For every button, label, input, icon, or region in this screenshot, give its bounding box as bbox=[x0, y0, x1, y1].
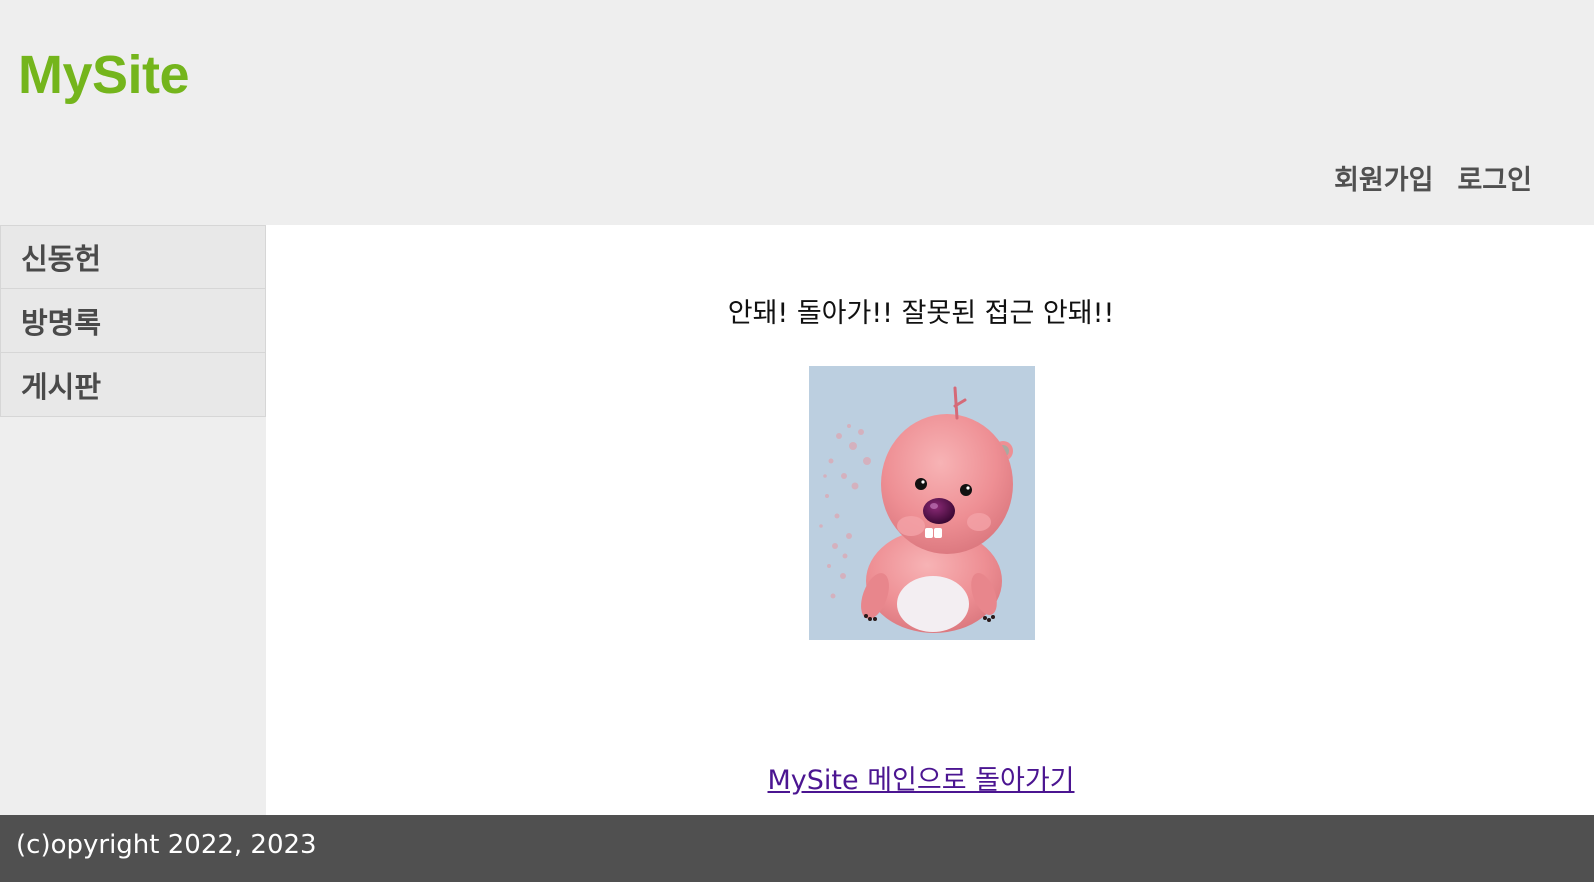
auth-nav: 회원가입 로그인 bbox=[1334, 158, 1532, 197]
footer: (c)opyright 2022, 2023 bbox=[0, 815, 1594, 882]
back-to-main-link[interactable]: MySite 메인으로 돌아가기 bbox=[768, 765, 1075, 796]
main-content: 안돼! 돌아가!! 잘못된 접근 안돼!! MySite 메인으로 돌아가기 bbox=[266, 225, 1594, 815]
error-character-image bbox=[809, 366, 1035, 640]
beaver-illustration bbox=[819, 386, 1013, 633]
sidebar-item-board[interactable]: 게시판 bbox=[0, 353, 266, 417]
home-link-wrapper: MySite 메인으로 돌아가기 bbox=[266, 758, 1576, 797]
sidebar-menu: 신동헌 방명록 게시판 bbox=[0, 225, 266, 417]
header: MySite 회원가입 로그인 bbox=[0, 0, 1594, 225]
error-message: 안돼! 돌아가!! 잘못된 접근 안돼!! bbox=[727, 298, 1115, 329]
copyright-text: (c)opyright 2022, 2023 bbox=[16, 830, 317, 860]
sidebar-item-guestbook[interactable]: 방명록 bbox=[0, 289, 266, 353]
site-logo[interactable]: MySite bbox=[18, 48, 190, 102]
sidebar-item-profile[interactable]: 신동헌 bbox=[0, 225, 266, 289]
join-link[interactable]: 회원가입 bbox=[1334, 158, 1433, 197]
login-link[interactable]: 로그인 bbox=[1457, 158, 1532, 197]
sidebar: 신동헌 방명록 게시판 bbox=[0, 225, 266, 815]
